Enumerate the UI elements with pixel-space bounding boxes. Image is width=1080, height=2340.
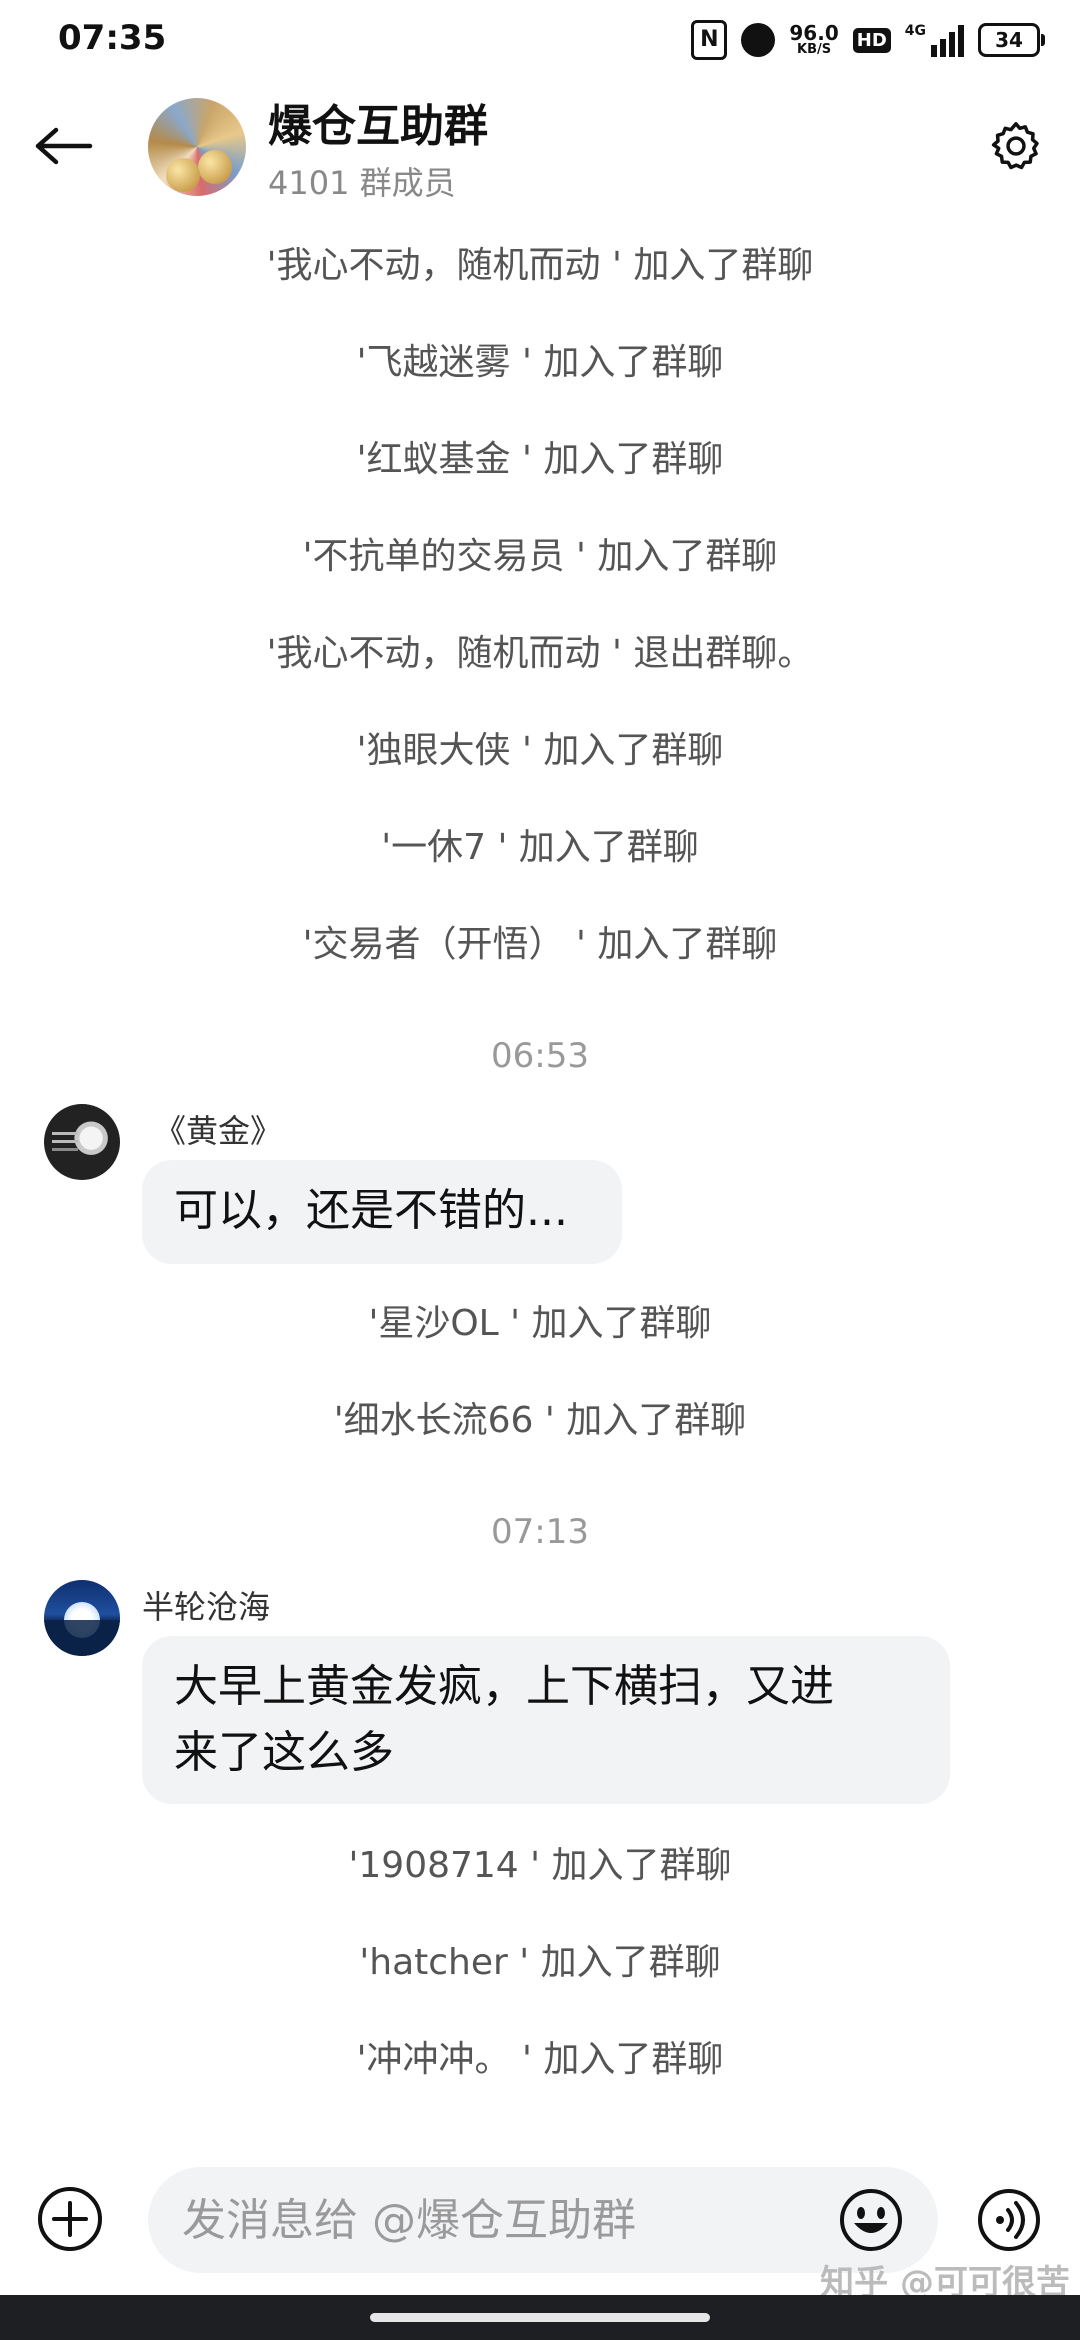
system-message: '细水长流66 ' 加入了群聊 — [333, 1400, 747, 1441]
system-message: '星沙OL ' 加入了群聊 — [368, 1303, 712, 1344]
message-bubble[interactable]: 大早上黄金发疯，上下横扫，又进 来了这么多 — [142, 1636, 950, 1804]
system-message: '不抗单的交易员 ' 加入了群聊 — [302, 536, 778, 577]
back-button[interactable] — [28, 110, 100, 182]
voice-icon — [978, 2189, 1040, 2251]
system-message: '独眼大侠 ' 加入了群聊 — [356, 730, 724, 771]
system-nav-bar — [0, 2295, 1080, 2340]
battery-icon: 34 — [978, 23, 1045, 57]
system-message: '一休7 ' 加入了群聊 — [381, 827, 699, 868]
avatar[interactable] — [44, 1580, 120, 1656]
message-bubble[interactable]: 可以，还是不错的... — [142, 1160, 622, 1264]
emoji-icon — [840, 2189, 902, 2251]
voice-button[interactable] — [974, 2185, 1044, 2255]
network-speed: 96.0 KB/S — [789, 23, 838, 57]
back-arrow-icon — [35, 127, 93, 165]
network-type: 4G — [904, 23, 926, 39]
settings-button[interactable] — [980, 110, 1052, 182]
chat-message-list[interactable]: '我心不动，随机而动 ' 加入了群聊 '飞越迷雾 ' 加入了群聊 '红蚁基金 '… — [0, 210, 1080, 2145]
system-message: '1908714 ' 加入了群聊 — [348, 1845, 732, 1886]
network-speed-unit: KB/S — [797, 42, 832, 57]
message-text-line: 来了这么多 — [174, 1727, 394, 1778]
signal-icon: 4G — [905, 23, 964, 57]
sender-name[interactable]: 《黄金》 — [154, 1106, 282, 1152]
message-timestamp: 07:13 — [491, 1512, 589, 1552]
group-name[interactable]: 爆仓互助群 — [268, 90, 488, 154]
nfc-icon: N — [691, 20, 728, 60]
message-timestamp: 06:53 — [491, 1036, 589, 1076]
hd-icon: HD — [852, 27, 891, 53]
system-message: 'hatcher ' 加入了群聊 — [359, 1942, 721, 1983]
system-message: '交易者（开悟） ' 加入了群聊 — [302, 924, 778, 965]
system-message: '飞越迷雾 ' 加入了群聊 — [356, 342, 724, 383]
group-avatar[interactable] — [148, 98, 246, 196]
system-message: '我心不动，随机而动 ' 加入了群聊 — [266, 245, 814, 286]
sender-name[interactable]: 半轮沧海 — [142, 1582, 270, 1628]
message-text: 可以，还是不错的... — [174, 1185, 568, 1236]
add-button[interactable] — [36, 2185, 104, 2253]
system-message: '红蚁基金 ' 加入了群聊 — [356, 439, 724, 480]
alarm-icon — [741, 23, 776, 57]
avatar[interactable] — [44, 1104, 120, 1180]
add-circle-icon — [38, 2187, 102, 2251]
home-indicator[interactable] — [370, 2313, 710, 2322]
system-message: '我心不动，随机而动 ' 退出群聊。 — [266, 633, 814, 674]
status-icons: N 96.0 KB/S HD 4G 34 — [691, 18, 1045, 62]
status-bar: 07:35 N 96.0 KB/S HD 4G 34 — [0, 0, 1080, 80]
emoji-button[interactable] — [836, 2185, 906, 2255]
network-speed-value: 96.0 — [789, 21, 839, 45]
message-text-line: 大早上黄金发疯，上下横扫，又进 — [174, 1661, 834, 1712]
group-member-count: 4101 群成员 — [268, 164, 456, 202]
status-time: 07:35 — [58, 18, 167, 58]
settings-gear-icon — [991, 122, 1039, 170]
chat-header: 爆仓互助群 4101 群成员 — [0, 80, 1080, 210]
system-message: '冲冲冲。 ' 加入了群聊 — [356, 2039, 724, 2080]
